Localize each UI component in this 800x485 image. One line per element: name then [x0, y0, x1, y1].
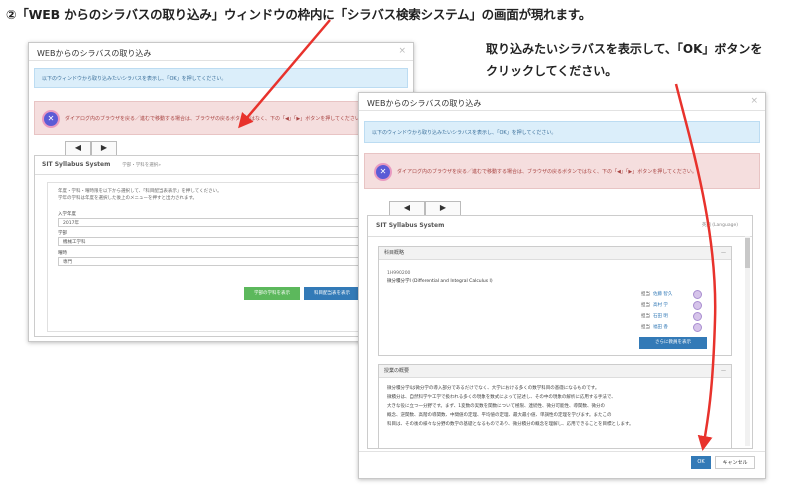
arrow-to-ok-button	[674, 83, 717, 451]
annotation-arrows	[238, 19, 717, 451]
arrow-to-frame	[238, 19, 331, 129]
